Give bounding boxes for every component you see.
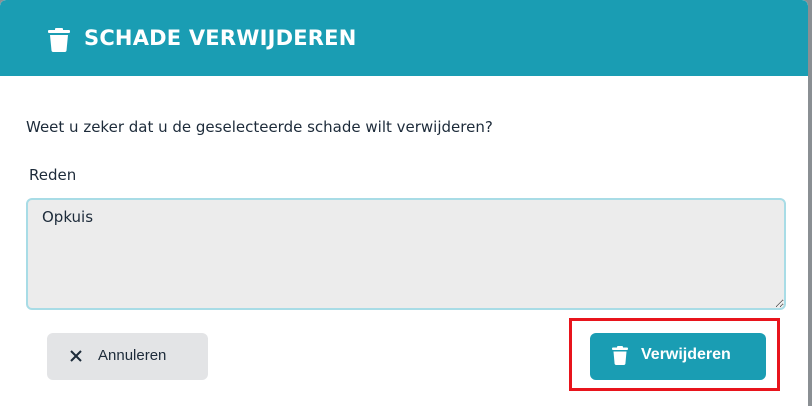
reason-textarea[interactable]: Opkuis (26, 198, 786, 310)
cancel-button-label: Annuleren (98, 347, 167, 364)
cancel-button[interactable]: Annuleren (47, 333, 208, 380)
delete-damage-dialog: SCHADE VERWIJDEREN Weet u zeker dat u de… (0, 0, 808, 406)
trash-icon (612, 346, 628, 365)
close-icon (70, 350, 82, 362)
delete-button[interactable]: Verwijderen (590, 333, 766, 380)
dialog-header: SCHADE VERWIJDEREN (0, 0, 808, 76)
confirmation-question: Weet u zeker dat u de geselecteerde scha… (26, 118, 493, 136)
trash-icon (48, 28, 70, 52)
dialog-title: SCHADE VERWIJDEREN (84, 26, 357, 50)
reason-label: Reden (29, 166, 77, 184)
delete-button-label: Verwijderen (641, 346, 731, 363)
